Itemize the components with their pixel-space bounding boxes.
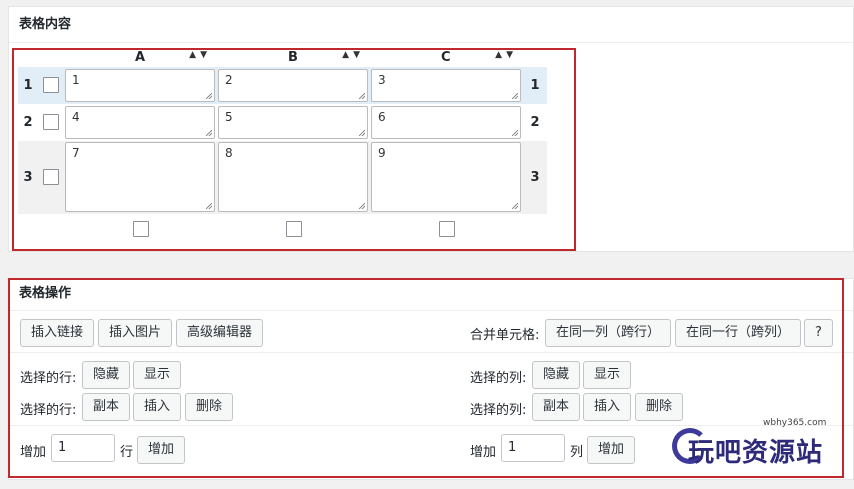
delete-rows-button[interactable]: 删除 [185,393,234,421]
add-rows-label: 增加 [20,445,47,460]
insert-columns-button[interactable]: 插入 [583,393,632,421]
selected-rows-label: 选择的行: [20,403,77,418]
panel-title: 表格内容 [9,7,853,43]
row-checkbox[interactable] [43,169,59,185]
panel-title: 表格操作 [9,279,853,311]
merge-same-column-button[interactable]: 在同一列（跨行） [545,319,672,347]
column-header-c: C ▲▼ [371,48,523,66]
watermark-text: 玩吧资源站 [688,438,824,468]
add-rows-input[interactable]: 1 [51,434,115,462]
column-letter: A [135,50,146,65]
selected-rows-label: 选择的行: [20,371,77,386]
duplicate-columns-button[interactable]: 副本 [532,393,581,421]
insert-image-button[interactable]: 插入图片 [98,319,173,347]
table-cell[interactable]: 2 [218,69,368,102]
rows-unit-label: 行 [120,445,134,460]
row-number-right: 2 [530,115,540,130]
hide-columns-button[interactable]: 隐藏 [532,361,581,389]
table-cell[interactable]: 6 [371,106,521,139]
table-row: 2 4 5 6 2 [18,104,547,141]
row-number: 1 [23,78,33,93]
insert-rows-button[interactable]: 插入 [133,393,182,421]
column-checkbox-a[interactable] [133,221,149,237]
table-cell[interactable]: 9 [371,142,521,212]
add-columns-label: 增加 [470,445,497,460]
merge-cells-label: 合并单元格: [470,328,540,343]
selected-columns-label: 选择的列: [470,371,527,386]
show-rows-button[interactable]: 显示 [133,361,182,389]
sort-arrows-icon[interactable]: ▲▼ [189,50,211,60]
table-cell[interactable]: 8 [218,142,368,212]
table-cell[interactable]: 3 [371,69,521,102]
table-cell[interactable]: 7 [65,142,215,212]
sort-arrows-icon[interactable]: ▲▼ [495,50,517,60]
show-columns-button[interactable]: 显示 [583,361,632,389]
help-button[interactable]: ? [804,319,833,347]
column-letter: B [288,50,298,65]
table-row: 3 7 8 9 3 [18,141,547,214]
delete-columns-button[interactable]: 删除 [635,393,684,421]
table-cell[interactable]: 4 [65,106,215,139]
merge-same-row-button[interactable]: 在同一行（跨列） [675,319,802,347]
column-checkbox-b[interactable] [286,221,302,237]
divider [9,352,853,353]
table-cell[interactable]: 5 [218,106,368,139]
column-checkbox-c[interactable] [439,221,455,237]
sort-arrows-icon[interactable]: ▲▼ [342,50,364,60]
watermark-logo: 玩吧资源站 [672,424,832,472]
table-row: 1 1 2 3 1 [18,67,547,104]
row-number-right: 1 [530,78,540,93]
row-number: 2 [23,115,33,130]
duplicate-rows-button[interactable]: 副本 [82,393,131,421]
hide-rows-button[interactable]: 隐藏 [82,361,131,389]
add-columns-button[interactable]: 增加 [587,436,636,464]
selected-columns-label: 选择的列: [470,403,527,418]
column-header-b: B ▲▼ [218,48,370,66]
row-checkbox[interactable] [43,77,59,93]
table-cell[interactable]: 1 [65,69,215,102]
add-rows-button[interactable]: 增加 [137,436,186,464]
columns-unit-label: 列 [570,445,584,460]
row-number: 3 [23,170,33,185]
add-columns-input[interactable]: 1 [501,434,565,462]
column-header-a: A ▲▼ [65,48,217,66]
row-checkbox[interactable] [43,114,59,130]
column-letter: C [441,50,451,65]
advanced-editor-button[interactable]: 高级编辑器 [176,319,264,347]
row-number-right: 3 [530,170,540,185]
insert-link-button[interactable]: 插入链接 [20,319,95,347]
